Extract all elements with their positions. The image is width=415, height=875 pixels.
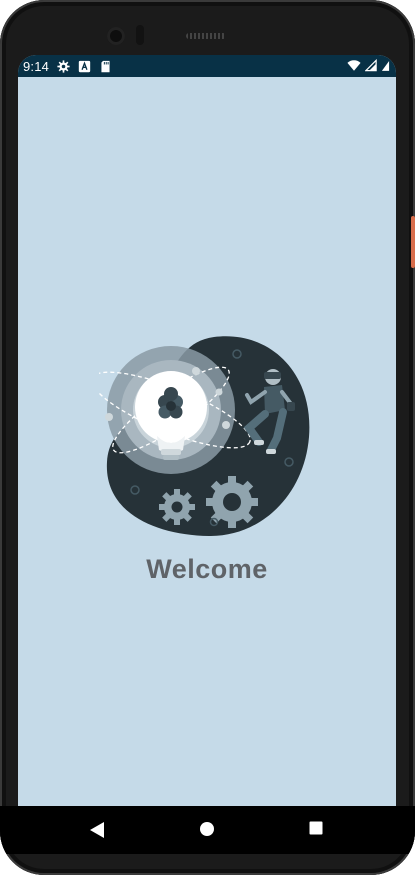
welcome-illustration	[99, 336, 310, 537]
wifi-icon	[347, 60, 361, 71]
front-camera	[107, 27, 125, 45]
bulb-base	[161, 449, 181, 455]
sd-card-icon	[101, 60, 110, 72]
navigation-bar	[0, 806, 415, 854]
gear-icon	[57, 59, 70, 73]
status-right-icons	[347, 59, 390, 72]
recents-icon[interactable]	[309, 821, 323, 835]
home-icon[interactable]	[199, 821, 215, 837]
gear-small-icon	[159, 489, 195, 525]
status-time: 9:14	[23, 58, 50, 74]
app-screen: 9:14 Welcome	[18, 55, 396, 806]
orbit-dot	[105, 413, 113, 421]
orbit-dot	[215, 388, 223, 396]
battery-icon	[381, 61, 390, 71]
font-a-icon	[78, 60, 91, 72]
orbit-dot	[222, 421, 230, 429]
proximity-sensor	[136, 25, 144, 45]
phone-frame: 9:14 Welcome	[0, 0, 415, 875]
power-button[interactable]	[411, 216, 415, 268]
gear-large-icon	[206, 476, 258, 528]
back-icon[interactable]	[89, 821, 105, 839]
status-bar: 9:14	[18, 55, 396, 77]
cell-signal-icon	[365, 59, 377, 72]
welcome-title: Welcome	[146, 554, 268, 584]
earpiece-speaker	[186, 33, 226, 39]
orbit-dot	[192, 367, 200, 375]
bulb-base	[163, 455, 179, 460]
